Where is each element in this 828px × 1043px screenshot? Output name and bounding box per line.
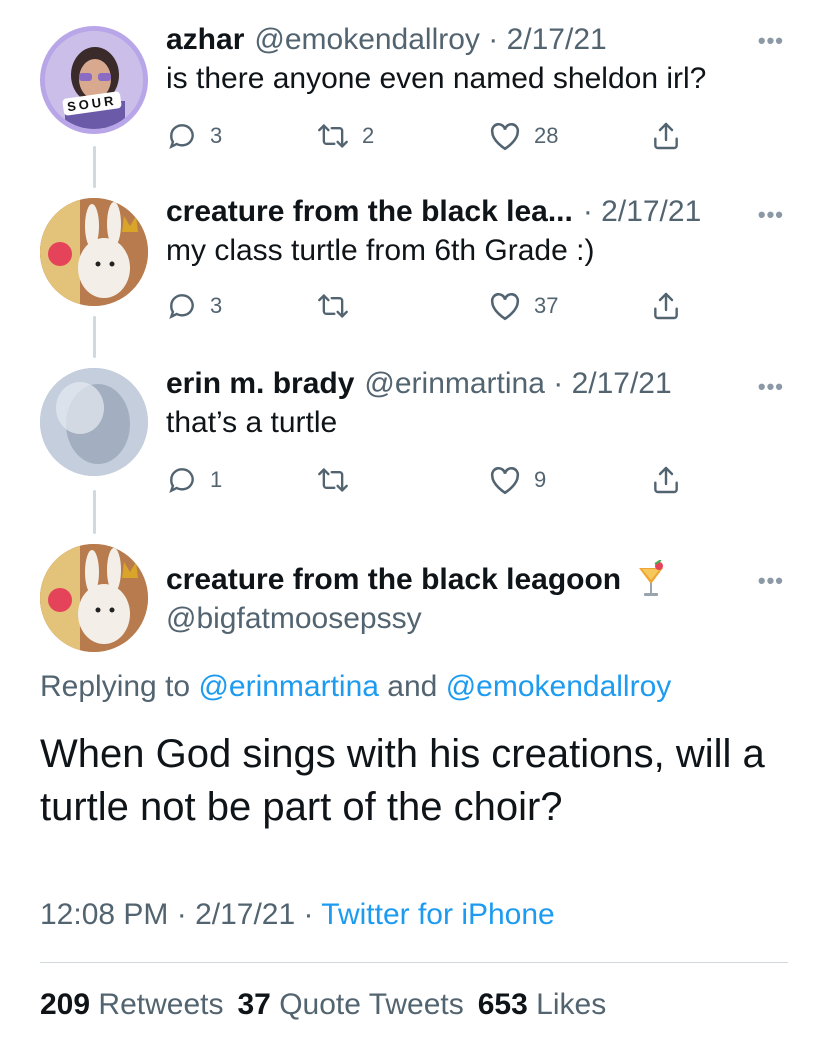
likes-count: 653 xyxy=(477,988,528,1021)
quotes-stat[interactable]: 37 Quote Tweets xyxy=(237,988,463,1021)
reply-count: 1 xyxy=(210,467,223,492)
replying-prefix: Replying to xyxy=(40,670,191,703)
like-count: 28 xyxy=(534,123,559,148)
heart-icon xyxy=(490,467,520,495)
thread-tweet[interactable]: SOUR azhar @emokendallroy · 2/17/21 is t… xyxy=(0,18,828,168)
more-options-icon[interactable]: ••• xyxy=(758,202,784,228)
reply-count: 3 xyxy=(210,293,223,318)
author-name[interactable]: creature from the black lea... xyxy=(166,194,573,230)
share-icon xyxy=(654,122,678,150)
author-name[interactable]: creature from the black leagoon xyxy=(166,563,621,597)
tweet-source-link[interactable]: Twitter for iPhone xyxy=(321,898,554,931)
tweet-meta: 12:08 PM · 2/17/21 · Twitter for iPhone xyxy=(40,898,555,932)
thread-tweet[interactable]: erin m. brady @erinmartina · 2/17/21 tha… xyxy=(0,362,828,512)
author-name[interactable]: erin m. brady xyxy=(166,366,354,402)
tweet-text: my class turtle from 6th Grade :) xyxy=(166,234,595,267)
likes-label: Likes xyxy=(536,988,607,1021)
more-options-icon[interactable]: ••• xyxy=(758,28,784,54)
tweet-timestamp[interactable]: 12:08 PM · 2/17/21 · xyxy=(40,898,314,931)
replying-and: and xyxy=(387,670,438,703)
quotes-label: Quote Tweets xyxy=(279,988,464,1021)
main-tweet-text: When God sings with his creations, will … xyxy=(40,732,765,829)
retweet-button[interactable]: 2 xyxy=(316,120,374,152)
share-icon xyxy=(654,292,678,320)
more-options-icon[interactable]: ••• xyxy=(758,568,784,594)
like-count: 37 xyxy=(534,293,559,318)
reply-button[interactable]: 3 xyxy=(166,290,222,322)
retweets-label: Retweets xyxy=(98,988,224,1021)
retweet-button[interactable] xyxy=(316,464,362,496)
share-icon xyxy=(654,466,678,494)
divider xyxy=(40,962,788,963)
replying-to: Replying to @erinmartina and @emokendall… xyxy=(40,670,671,704)
reply-icon xyxy=(169,124,194,150)
author-handle-date[interactable]: · 2/17/21 xyxy=(583,194,701,230)
heart-icon xyxy=(490,123,520,151)
retweet-icon xyxy=(318,294,348,318)
retweet-icon xyxy=(318,468,348,492)
retweet-button[interactable] xyxy=(316,290,362,322)
reply-button[interactable]: 1 xyxy=(166,464,222,496)
avatar[interactable] xyxy=(40,198,148,306)
more-options-icon[interactable]: ••• xyxy=(758,374,784,400)
like-button[interactable]: 37 xyxy=(488,290,558,322)
retweet-count: 2 xyxy=(362,123,375,148)
engagement-stats: 209 Retweets 37 Quote Tweets 653 Likes xyxy=(40,988,606,1022)
like-button[interactable]: 9 xyxy=(488,464,546,496)
mention-link[interactable]: @erinmartina xyxy=(198,670,379,703)
likes-stat[interactable]: 653 Likes xyxy=(478,988,606,1021)
main-author[interactable]: creature from the black leagoon xyxy=(166,560,667,600)
share-button[interactable] xyxy=(650,120,682,152)
author-handle[interactable]: @bigfatmoosepssy xyxy=(166,602,422,636)
author-handle-date[interactable]: @emokendallroy · 2/17/21 xyxy=(254,22,606,58)
retweets-stat[interactable]: 209 Retweets xyxy=(40,988,223,1021)
mention-link[interactable]: @emokendallroy xyxy=(446,670,672,703)
author-name[interactable]: azhar xyxy=(166,22,244,58)
cocktail-icon xyxy=(639,560,664,596)
avatar[interactable]: SOUR xyxy=(40,26,148,134)
share-button[interactable] xyxy=(650,290,682,322)
author-handle-date[interactable]: @erinmartina · 2/17/21 xyxy=(364,366,671,402)
retweets-count: 209 xyxy=(40,988,91,1021)
quotes-count: 37 xyxy=(237,988,271,1021)
tweet-text: is there anyone even named sheldon irl? xyxy=(166,62,707,95)
retweet-icon xyxy=(318,124,348,148)
like-button[interactable]: 28 xyxy=(488,120,558,152)
like-count: 9 xyxy=(534,467,547,492)
reply-count: 3 xyxy=(210,123,223,148)
reply-icon xyxy=(169,468,194,494)
tweet-text: that’s a turtle xyxy=(166,406,338,439)
share-button[interactable] xyxy=(650,464,682,496)
reply-button[interactable]: 3 xyxy=(166,120,222,152)
thread-tweet[interactable]: creature from the black lea... · 2/17/21… xyxy=(0,188,828,338)
avatar[interactable] xyxy=(40,368,148,476)
heart-icon xyxy=(490,293,520,321)
reply-icon xyxy=(169,294,194,320)
avatar[interactable] xyxy=(40,544,148,652)
